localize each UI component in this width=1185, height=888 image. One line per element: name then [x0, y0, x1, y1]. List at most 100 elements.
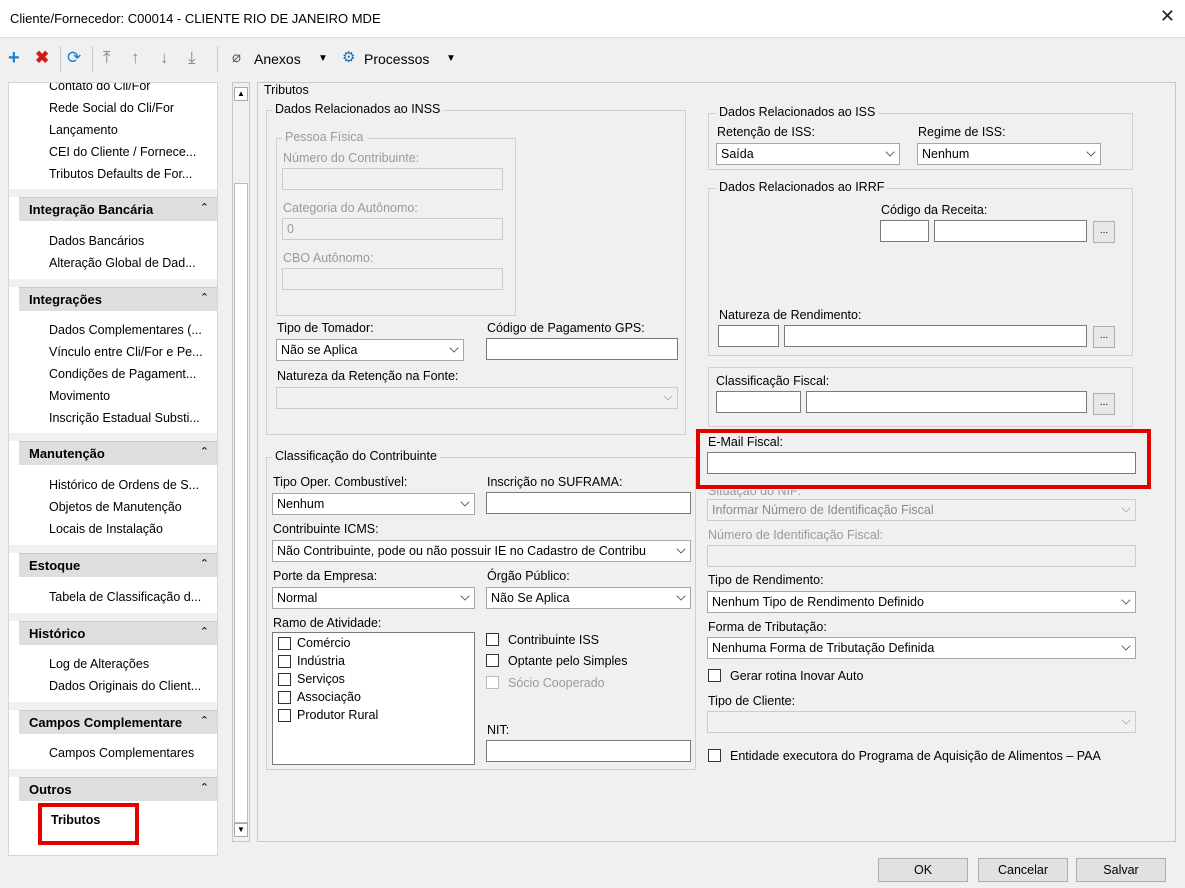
codigo-receita-desc-input[interactable] [934, 220, 1087, 242]
classificacao-fiscal-lookup-button[interactable]: ... [1093, 393, 1115, 415]
sidebar-item[interactable]: Histórico de Ordens de S... [49, 478, 199, 492]
situacao-nif-select[interactable]: Informar Número de Identificação Fiscal [707, 499, 1136, 521]
processos-menu[interactable]: Processos [364, 51, 429, 67]
gear-icon[interactable]: ⚙ [342, 48, 355, 68]
sidebar-item[interactable]: Dados Bancários [49, 234, 144, 248]
move-down-icon[interactable]: ↓ [160, 48, 169, 68]
suframa-input[interactable] [486, 492, 691, 514]
inss-group-title: Dados Relacionados ao INSS [272, 102, 444, 116]
panel-title: Tributos [264, 83, 309, 97]
window-title: Cliente/Fornecedor: C00014 - CLIENTE RIO… [10, 11, 381, 26]
checkbox-contribuinte-iss[interactable] [486, 633, 499, 646]
collapse-icon: ⌃ [199, 202, 209, 214]
checkbox-inovar-auto[interactable] [708, 669, 721, 682]
paperclip-icon[interactable]: ⌀ [232, 48, 241, 68]
tipo-rendimento-select[interactable]: Nenhum Tipo de Rendimento Definido [707, 591, 1136, 613]
porte-empresa-select[interactable]: Normal [272, 587, 475, 609]
anexos-menu[interactable]: Anexos [254, 51, 301, 67]
sidebar-scrollbar[interactable]: ▲ ▼ [232, 82, 250, 842]
classificacao-fiscal-label: Classificação Fiscal: [716, 374, 830, 388]
categoria-autonomo-input[interactable]: 0 [282, 218, 503, 240]
sidebar-item[interactable]: Rede Social do Cli/For [49, 101, 174, 115]
classificacao-fiscal-input[interactable] [716, 391, 801, 413]
natureza-retencao-select[interactable] [276, 387, 678, 409]
move-last-icon[interactable]: ⤓ [188, 48, 196, 68]
regime-iss-label: Regime de ISS: [918, 125, 1006, 139]
sidebar-item[interactable]: Lançamento [49, 123, 118, 137]
scrollbar-thumb[interactable] [234, 183, 248, 823]
sidebar-item[interactable]: Vínculo entre Cli/For e Pe... [49, 345, 203, 359]
chevron-down-icon [460, 497, 470, 507]
add-icon[interactable]: + [8, 48, 20, 68]
sidebar-item[interactable]: Campos Complementares [49, 746, 194, 760]
checkbox-paa[interactable] [708, 749, 721, 762]
scroll-up-icon[interactable]: ▲ [234, 87, 248, 101]
natureza-rendimento-lookup-button[interactable]: ... [1093, 326, 1115, 348]
numero-contribuinte-input[interactable] [282, 168, 503, 190]
save-button[interactable]: Salvar [1076, 858, 1166, 882]
sidebar-group-manutencao[interactable]: Manutenção ⌃ [19, 441, 217, 465]
natureza-rendimento-input[interactable] [718, 325, 779, 347]
sidebar-item[interactable]: Tabela de Classificação d... [49, 590, 201, 604]
sidebar-item[interactable]: Condições de Pagament... [49, 367, 196, 381]
sidebar-item[interactable]: CEI do Cliente / Fornece... [49, 145, 196, 159]
socio-cooperado-label: Sócio Cooperado [508, 676, 605, 690]
sidebar-item[interactable]: Alteração Global de Dad... [49, 256, 196, 270]
checkbox-associacao[interactable] [278, 691, 291, 704]
sidebar-group-integracoes[interactable]: Integrações ⌃ [19, 287, 217, 311]
sidebar-group-historico[interactable]: Histórico ⌃ [19, 621, 217, 645]
sidebar-group-campos-complementares[interactable]: Campos Complementare ⌃ [19, 710, 217, 734]
codigo-receita-input[interactable] [880, 220, 929, 242]
checkbox-comercio[interactable] [278, 637, 291, 650]
sidebar-item[interactable]: Dados Originais do Client... [49, 679, 201, 693]
anexos-dropdown-icon[interactable]: ▼ [318, 53, 328, 64]
classificacao-fiscal-desc-input[interactable] [806, 391, 1087, 413]
chevron-down-icon [663, 391, 673, 401]
sidebar-item[interactable]: Inscrição Estadual Substi... [49, 411, 200, 425]
move-first-icon[interactable]: ⤒ [103, 48, 111, 68]
tipo-oper-select[interactable]: Nenhum [272, 493, 475, 515]
codigo-receita-lookup-button[interactable]: ... [1093, 221, 1115, 243]
sidebar-group-estoque[interactable]: Estoque ⌃ [19, 553, 217, 577]
sidebar-item[interactable]: Movimento [49, 389, 110, 403]
nit-label: NIT: [487, 723, 510, 737]
ok-button[interactable]: OK [878, 858, 968, 882]
optante-simples-label: Optante pelo Simples [508, 654, 628, 668]
sidebar-item[interactable]: Locais de Instalação [49, 522, 163, 536]
sidebar-item[interactable]: Contato do Cli/For [49, 83, 150, 93]
paa-label: Entidade executora do Programa de Aquisi… [730, 749, 1101, 763]
orgao-publico-select[interactable]: Não Se Aplica [486, 587, 691, 609]
nit-input[interactable] [486, 740, 691, 762]
checkbox-industria[interactable] [278, 655, 291, 668]
close-icon[interactable]: ✕ [1160, 6, 1175, 27]
processos-dropdown-icon[interactable]: ▼ [446, 53, 456, 64]
tipo-cliente-select[interactable] [707, 711, 1136, 733]
natureza-rendimento-label: Natureza de Rendimento: [719, 308, 862, 322]
checkbox-servicos[interactable] [278, 673, 291, 686]
natureza-rendimento-desc-input[interactable] [784, 325, 1087, 347]
sidebar-item[interactable]: Tributos Defaults de For... [49, 167, 192, 181]
sidebar-group-outros[interactable]: Outros ⌃ [19, 777, 217, 801]
checkbox-produtor-rural[interactable] [278, 709, 291, 722]
sidebar-group-integracao-bancaria[interactable]: Integração Bancária ⌃ [19, 197, 217, 221]
tipo-tomador-select[interactable]: Não se Aplica [276, 339, 464, 361]
checkbox-optante-simples[interactable] [486, 654, 499, 667]
refresh-icon[interactable]: ⟳ [67, 48, 81, 68]
iss-group-title: Dados Relacionados ao ISS [716, 105, 879, 119]
delete-icon[interactable]: ✖ [35, 48, 49, 68]
cbo-autonomo-input[interactable] [282, 268, 503, 290]
sidebar-item[interactable]: Dados Complementares (... [49, 323, 202, 337]
move-up-icon[interactable]: ↑ [131, 48, 140, 68]
scroll-down-icon[interactable]: ▼ [234, 823, 248, 837]
numero-nif-input[interactable] [707, 545, 1136, 567]
checkbox-socio-cooperado[interactable] [486, 676, 499, 689]
sidebar-item[interactable]: Log de Alterações [49, 657, 149, 671]
collapse-icon: ⌃ [199, 782, 209, 794]
contribuinte-icms-select[interactable]: Não Contribuinte, pode ou não possuir IE… [272, 540, 691, 562]
retencao-iss-select[interactable]: Saída [716, 143, 900, 165]
codigo-gps-input[interactable] [486, 338, 678, 360]
forma-tributacao-select[interactable]: Nenhuma Forma de Tributação Definida [707, 637, 1136, 659]
sidebar-item[interactable]: Objetos de Manutenção [49, 500, 182, 514]
regime-iss-select[interactable]: Nenhum [917, 143, 1101, 165]
cancel-button[interactable]: Cancelar [978, 858, 1068, 882]
